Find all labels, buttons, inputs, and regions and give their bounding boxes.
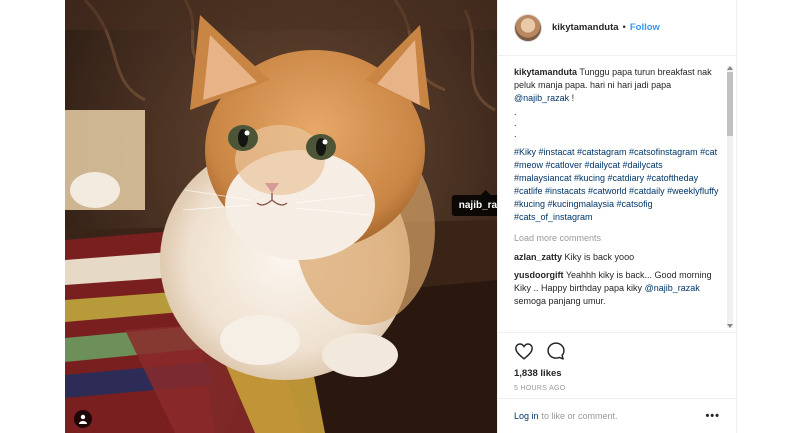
comment-button[interactable] xyxy=(546,341,566,361)
user-tag[interactable]: najib_razak xyxy=(451,190,497,216)
post-details-panel: kikytamanduta • Follow kikytamanduta Tun… xyxy=(497,0,737,433)
comments-list[interactable]: kikytamanduta Tunggu papa turun breakfas… xyxy=(514,66,722,328)
action-icons xyxy=(514,339,720,363)
tagged-users-badge[interactable] xyxy=(74,410,92,428)
likes-count[interactable]: 1,838 likes xyxy=(514,368,720,379)
scrollbar-thumb[interactable] xyxy=(727,72,733,136)
caption-dot-line: . xyxy=(514,107,517,117)
comments-scrollbar[interactable] xyxy=(727,66,733,328)
comment-text: Kiky is back yooo xyxy=(564,252,635,262)
scroll-up-arrow-icon[interactable] xyxy=(727,66,733,70)
comment-item: azlan_zatty Kiky is back yooo xyxy=(514,251,722,264)
more-options-button[interactable]: ••• xyxy=(705,410,720,422)
caption-dot-line: . xyxy=(514,129,517,139)
caption-username[interactable]: kikytamanduta xyxy=(514,67,577,77)
load-more-comments[interactable]: Load more comments xyxy=(514,232,722,245)
caption: kikytamanduta Tunggu papa turun breakfas… xyxy=(514,66,722,105)
post-photo[interactable]: najib_razak xyxy=(65,0,497,433)
caption-hashtags[interactable]: #Kiky #instacat #catstagram #catsofinsta… xyxy=(514,146,722,224)
comment-icon xyxy=(547,342,565,360)
login-bar: Log in to like or comment. ••• xyxy=(498,398,736,433)
post-header: kikytamanduta • Follow xyxy=(498,0,736,56)
caption-mention[interactable]: @najib_razak xyxy=(514,93,569,103)
comment-username[interactable]: yusdoorgift xyxy=(514,270,564,280)
post-actions: 1,838 likes 5 HOURS AGO xyxy=(498,332,736,392)
avatar[interactable] xyxy=(514,13,542,42)
login-link[interactable]: Log in xyxy=(514,411,539,421)
header-username[interactable]: kikytamanduta xyxy=(552,22,619,33)
scroll-down-arrow-icon[interactable] xyxy=(727,324,733,328)
comment-username[interactable]: azlan_zatty xyxy=(514,252,562,262)
follow-button[interactable]: Follow xyxy=(630,22,660,33)
post-timestamp[interactable]: 5 HOURS AGO xyxy=(514,385,720,392)
heart-icon xyxy=(515,343,533,360)
cat-photo-illustration xyxy=(65,0,497,433)
caption-dots: . . . xyxy=(514,107,722,140)
comment-text-end: semoga panjang umur. xyxy=(514,296,606,306)
caption-text-end: ! xyxy=(569,93,575,103)
login-prompt-text: to like or comment. xyxy=(541,411,618,421)
like-button[interactable] xyxy=(514,342,534,360)
separator-dot: • xyxy=(622,22,626,33)
caption-dot-line: . xyxy=(514,118,517,128)
comment-item: yusdoorgift Yeahhh kiky is back... Good … xyxy=(514,269,722,308)
user-icon xyxy=(79,414,87,424)
comment-mention[interactable]: @najib_razak xyxy=(645,283,700,293)
